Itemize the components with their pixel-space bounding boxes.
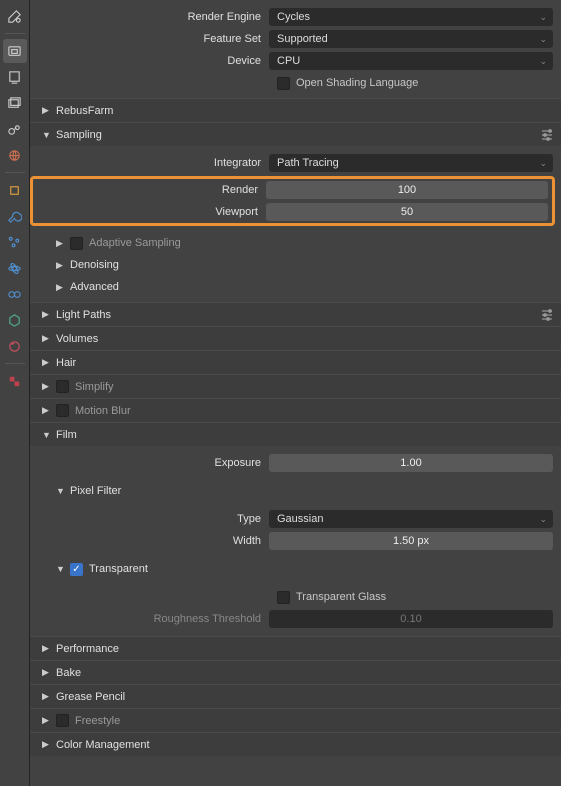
rebusfarm-panel-header[interactable]: ▶ RebusFarm: [30, 98, 561, 122]
render-samples-label: Render: [33, 184, 266, 196]
simplify-checkbox[interactable]: [56, 380, 69, 393]
filter-type-label: Type: [30, 513, 269, 525]
denoising-panel-header[interactable]: ▶ Denoising: [30, 254, 561, 276]
physics-properties-icon[interactable]: [3, 256, 27, 280]
integrator-select[interactable]: Path Tracing⌄: [269, 154, 553, 172]
output-properties-icon[interactable]: [3, 65, 27, 89]
simplify-panel-header[interactable]: ▶ Simplify: [30, 374, 561, 398]
disclosure-right-icon: ▶: [42, 381, 52, 392]
disclosure-down-icon: ▼: [56, 564, 66, 574]
exposure-label: Exposure: [30, 457, 269, 469]
object-properties-icon[interactable]: [3, 178, 27, 202]
feature-set-select[interactable]: Supported⌄: [269, 30, 553, 48]
disclosure-down-icon: ▼: [42, 130, 52, 140]
pixelfilter-panel-header[interactable]: ▼ Pixel Filter: [30, 480, 561, 502]
render-properties-icon[interactable]: [3, 39, 27, 63]
disclosure-right-icon: ▶: [42, 309, 52, 320]
tool-settings-icon[interactable]: [3, 4, 27, 28]
filter-type-select[interactable]: Gaussian⌄: [269, 510, 553, 528]
film-panel-header[interactable]: ▼ Film: [30, 422, 561, 446]
disclosure-right-icon: ▶: [42, 357, 52, 368]
disclosure-right-icon: ▶: [42, 739, 52, 750]
render-properties-panel: Render Engine Cycles⌄ Feature Set Suppor…: [30, 0, 561, 786]
lightpaths-panel-header[interactable]: ▶ Light Paths: [30, 302, 561, 326]
constraint-properties-icon[interactable]: [3, 282, 27, 306]
disclosure-right-icon: ▶: [56, 282, 66, 293]
highlighted-region: Render 100 Viewport 50: [30, 176, 555, 226]
viewport-samples-label: Viewport: [33, 206, 266, 218]
preset-menu-icon[interactable]: [539, 127, 555, 143]
sampling-panel-header[interactable]: ▼ Sampling: [30, 122, 561, 146]
mesh-properties-icon[interactable]: [3, 308, 27, 332]
feature-set-label: Feature Set: [30, 33, 269, 45]
scene-properties-icon[interactable]: [3, 117, 27, 141]
disclosure-down-icon: ▼: [56, 486, 66, 496]
motionblur-checkbox[interactable]: [56, 404, 69, 417]
roughness-threshold-field[interactable]: 0.10: [269, 610, 553, 628]
device-select[interactable]: CPU⌄: [269, 52, 553, 70]
render-engine-label: Render Engine: [30, 11, 269, 23]
transparent-glass-checkbox[interactable]: [277, 591, 290, 604]
motionblur-panel-header[interactable]: ▶ Motion Blur: [30, 398, 561, 422]
adaptive-sampling-checkbox[interactable]: [70, 237, 83, 250]
integrator-label: Integrator: [30, 157, 269, 169]
disclosure-right-icon: ▶: [56, 260, 66, 271]
render-engine-select[interactable]: Cycles⌄: [269, 8, 553, 26]
device-label: Device: [30, 55, 269, 67]
freestyle-checkbox[interactable]: [56, 714, 69, 727]
disclosure-down-icon: ▼: [42, 430, 52, 440]
volumes-panel-header[interactable]: ▶ Volumes: [30, 326, 561, 350]
exposure-field[interactable]: 1.00: [269, 454, 553, 472]
transparent-checkbox[interactable]: [70, 563, 83, 576]
transparent-panel-header[interactable]: ▼ Transparent: [30, 558, 561, 580]
disclosure-right-icon: ▶: [42, 715, 52, 726]
disclosure-right-icon: ▶: [42, 405, 52, 416]
transparent-glass-label: Transparent Glass: [296, 591, 386, 603]
performance-panel-header[interactable]: ▶ Performance: [30, 636, 561, 660]
bake-panel-header[interactable]: ▶ Bake: [30, 660, 561, 684]
modifier-properties-icon[interactable]: [3, 204, 27, 228]
adaptive-sampling-panel-header[interactable]: ▶ Adaptive Sampling: [30, 232, 561, 254]
disclosure-right-icon: ▶: [42, 333, 52, 344]
properties-context-tabs: [0, 0, 30, 786]
colormgmt-panel-header[interactable]: ▶ Color Management: [30, 732, 561, 756]
render-samples-field[interactable]: 100: [266, 181, 548, 199]
viewport-samples-field[interactable]: 50: [266, 203, 548, 221]
hair-panel-header[interactable]: ▶ Hair: [30, 350, 561, 374]
disclosure-right-icon: ▶: [42, 105, 52, 116]
disclosure-right-icon: ▶: [56, 238, 66, 249]
advanced-panel-header[interactable]: ▶ Advanced: [30, 276, 561, 298]
disclosure-right-icon: ▶: [42, 643, 52, 654]
particle-properties-icon[interactable]: [3, 230, 27, 254]
disclosure-right-icon: ▶: [42, 667, 52, 678]
greasepencil-panel-header[interactable]: ▶ Grease Pencil: [30, 684, 561, 708]
world-properties-icon[interactable]: [3, 143, 27, 167]
texture-properties-icon[interactable]: [3, 369, 27, 393]
filter-width-field[interactable]: 1.50 px: [269, 532, 553, 550]
disclosure-right-icon: ▶: [42, 691, 52, 702]
freestyle-panel-header[interactable]: ▶ Freestyle: [30, 708, 561, 732]
osl-checkbox[interactable]: [277, 77, 290, 90]
filter-width-label: Width: [30, 535, 269, 547]
material-properties-icon[interactable]: [3, 334, 27, 358]
preset-menu-icon[interactable]: [539, 307, 555, 323]
roughness-threshold-label: Roughness Threshold: [30, 613, 269, 625]
viewlayer-properties-icon[interactable]: [3, 91, 27, 115]
osl-label: Open Shading Language: [296, 77, 418, 89]
